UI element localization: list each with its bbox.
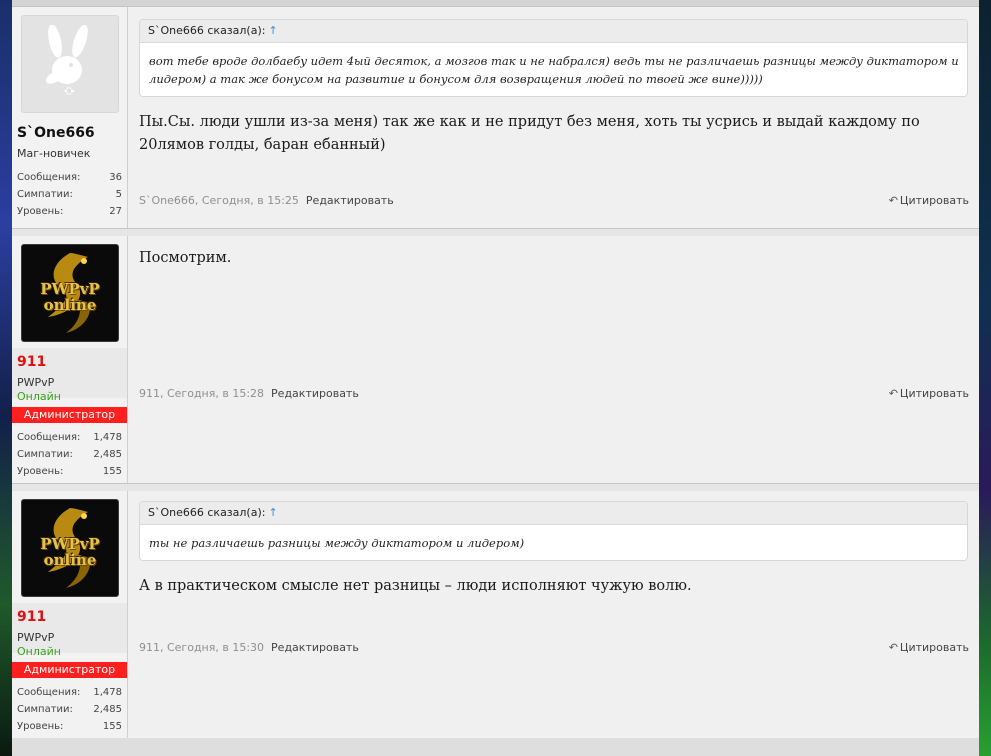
stat-messages[interactable]: Сообщения: 1,478 <box>17 684 122 701</box>
quote-header: S`One666 сказал(а): ↑ <box>140 20 967 43</box>
avatar-logo-text: PWPvP online <box>40 535 100 569</box>
bottom-strip <box>12 738 979 756</box>
username[interactable]: 911 <box>17 609 46 625</box>
edit-link[interactable]: Редактировать <box>271 641 359 654</box>
user-title: Маг-новичек <box>17 147 91 160</box>
playboy-bunny-icon <box>45 25 88 95</box>
post-meta: S`One666, Сегодня, в 15:25 Редактировать <box>139 194 394 207</box>
stat-messages[interactable]: Сообщения: 1,478 <box>17 429 122 446</box>
user-stats: Сообщения: 1,478 Симпатии: 2,485 Уровень: 1… <box>17 684 122 735</box>
quote-header: S`One666 сказал(а): ↑ <box>140 502 967 525</box>
post-date[interactable]: S`One666, Сегодня, в 15:25 <box>139 194 299 207</box>
top-strip <box>12 0 979 7</box>
author-info: S`One666 Маг-новичек <box>12 119 127 169</box>
reply-icon: ↶ <box>888 641 898 654</box>
post-content: Посмотрим. 911, Сегодня, в 15:28 Редактир… <box>128 236 979 483</box>
edit-link[interactable]: Редактировать <box>271 387 359 400</box>
background-right <box>979 0 991 756</box>
avatar[interactable] <box>21 15 119 113</box>
quote-block: S`One666 сказал(а): ↑ вот тебе вроде долб… <box>139 19 968 97</box>
post-author-sidebar: PWPvP online 911 PWPvP Онлайн Администра… <box>12 236 128 483</box>
reply-button[interactable]: ↶ Цитировать <box>889 641 969 654</box>
stat-likes[interactable]: Симпатии: 2,485 <box>17 446 122 463</box>
online-status: Онлайн <box>17 645 61 658</box>
stat-likes[interactable]: Симпатии: 2,485 <box>17 701 122 718</box>
user-stats: Сообщения: 1,478 Симпатии: 2,485 Уровень: 1… <box>17 429 122 480</box>
post-content: S`One666 сказал(а): ↑ ты не различаешь ра… <box>128 491 979 738</box>
username[interactable]: S`One666 <box>17 125 95 141</box>
quote-jump-icon[interactable]: ↑ <box>268 506 277 519</box>
stat-level[interactable]: Уровень: 27 <box>17 203 122 220</box>
reply-icon: ↶ <box>888 194 898 207</box>
stat-messages[interactable]: Сообщения: 36 <box>17 169 122 186</box>
avatar[interactable]: PWPvP online <box>21 499 119 597</box>
role-badge-admin: Администратор <box>12 407 127 423</box>
stat-likes[interactable]: Симпатии: 5 <box>17 186 122 203</box>
stat-level[interactable]: Уровень: 155 <box>17 463 122 480</box>
post: S`One666 Маг-новичек Сообщения: 36 Симпат… <box>12 7 979 229</box>
author-info: 911 PWPvP Онлайн <box>12 603 127 658</box>
post-meta: 911, Сегодня, в 15:28 Редактировать <box>139 387 359 400</box>
user-stats: Сообщения: 36 Симпатии: 5 Уровень: 27 <box>17 169 122 220</box>
role-badge-admin: Администратор <box>12 662 127 678</box>
post-meta: 911, Сегодня, в 15:30 Редактировать <box>139 641 359 654</box>
post-date[interactable]: 911, Сегодня, в 15:28 <box>139 387 264 400</box>
quote-author: S`One666 сказал(а): <box>148 24 266 37</box>
message-text: А в практическом смысле нет разницы – лю… <box>139 578 692 594</box>
post-author-sidebar: PWPvP online 911 PWPvP Онлайн Администра… <box>12 491 128 738</box>
avatar[interactable]: PWPvP online <box>21 244 119 342</box>
stat-level[interactable]: Уровень: 155 <box>17 718 122 735</box>
quote-text: вот тебе вроде долбаебу идет 4ый десяток… <box>149 54 959 86</box>
background-left <box>0 0 12 756</box>
message-text: Посмотрим. <box>139 250 232 266</box>
post: PWPvP online 911 PWPvP Онлайн Администра… <box>12 236 979 484</box>
quote-author: S`One666 сказал(а): <box>148 506 266 519</box>
reply-label: Цитировать <box>899 387 969 400</box>
quote-block: S`One666 сказал(а): ↑ ты не различаешь ра… <box>139 501 968 561</box>
reply-button[interactable]: ↶ Цитировать <box>889 387 969 400</box>
user-title: PWPvP <box>17 631 55 644</box>
reply-label: Цитировать <box>899 641 969 654</box>
reply-label: Цитировать <box>899 194 969 207</box>
reply-icon: ↶ <box>888 387 898 400</box>
post: PWPvP online 911 PWPvP Онлайн Администра… <box>12 491 979 739</box>
message-text: Пы.Сы. люди ушли из-за меня) так же как … <box>139 114 920 153</box>
thread-page: S`One666 Маг-новичек Сообщения: 36 Симпат… <box>12 0 979 756</box>
author-info: 911 PWPvP Онлайн <box>12 348 127 403</box>
user-title: PWPvP <box>17 376 55 389</box>
quote-text: ты не различаешь разницы между диктаторо… <box>149 536 525 550</box>
online-status: Онлайн <box>17 390 61 403</box>
post-date[interactable]: 911, Сегодня, в 15:30 <box>139 641 264 654</box>
reply-button[interactable]: ↶ Цитировать <box>889 194 969 207</box>
quote-jump-icon[interactable]: ↑ <box>268 24 277 37</box>
avatar-logo-text: PWPvP online <box>40 280 100 314</box>
post-author-sidebar: S`One666 Маг-новичек Сообщения: 36 Симпат… <box>12 7 128 228</box>
username[interactable]: 911 <box>17 354 46 370</box>
post-content: S`One666 сказал(а): ↑ вот тебе вроде долб… <box>128 7 979 228</box>
edit-link[interactable]: Редактировать <box>306 194 394 207</box>
